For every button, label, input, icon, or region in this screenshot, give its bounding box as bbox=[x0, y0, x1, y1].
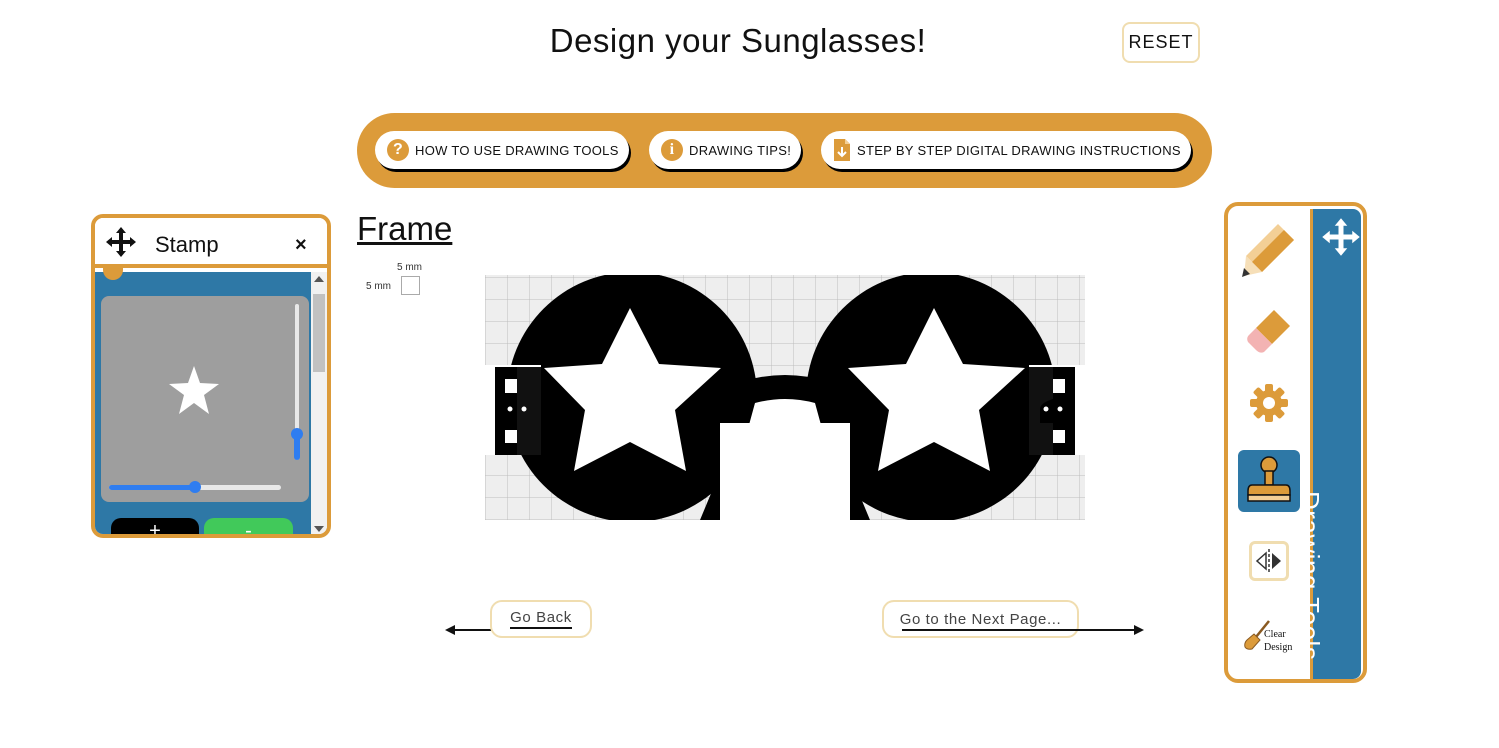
page-title: Design your Sunglasses! bbox=[549, 22, 927, 59]
increase-button[interactable]: + bbox=[111, 518, 199, 534]
move-arrows-icon[interactable] bbox=[1321, 217, 1361, 262]
stamp-panel-header[interactable]: Stamp × bbox=[95, 218, 327, 268]
gear-icon bbox=[1250, 384, 1288, 422]
scroll-down-arrow-icon[interactable] bbox=[314, 526, 324, 532]
clear-design-tool[interactable]: Clear Design bbox=[1238, 611, 1302, 673]
frame-heading: Frame bbox=[357, 210, 453, 247]
drawing-tips-label: DRAWING TIPS! bbox=[689, 142, 792, 158]
drawing-tools-panel: Drawing Tools Clear Design bbox=[1224, 202, 1367, 683]
star-icon[interactable] bbox=[167, 364, 221, 416]
stamp-panel-title: Stamp bbox=[155, 232, 219, 257]
eraser-tool[interactable] bbox=[1238, 300, 1300, 362]
settings-tool[interactable] bbox=[1238, 372, 1300, 434]
scrollbar-thumb[interactable] bbox=[313, 294, 325, 372]
info-circle-icon: i bbox=[661, 139, 683, 161]
decrease-button[interactable]: - bbox=[204, 518, 293, 534]
scroll-up-arrow-icon[interactable] bbox=[314, 276, 324, 282]
pencil-icon bbox=[1242, 224, 1294, 277]
how-to-use-label: HOW TO USE DRAWING TOOLS bbox=[415, 142, 619, 158]
stamp-icon bbox=[1247, 456, 1291, 502]
mirror-tool[interactable] bbox=[1238, 530, 1300, 592]
mirror-icon bbox=[1255, 549, 1281, 573]
help-bar: ? HOW TO USE DRAWING TOOLS i DRAWING TIP… bbox=[357, 113, 1212, 188]
size-slider-fill bbox=[109, 485, 195, 490]
stamp-tool[interactable] bbox=[1238, 450, 1300, 512]
clear-label-line2: Design bbox=[1264, 642, 1293, 653]
step-by-step-instructions-button[interactable]: STEP BY STEP DIGITAL DRAWING INSTRUCTION… bbox=[821, 131, 1191, 169]
next-arrow-icon bbox=[902, 625, 1144, 635]
vertical-slider-handle[interactable] bbox=[291, 428, 303, 440]
question-circle-icon: ? bbox=[387, 139, 409, 161]
go-back-label: Go Back bbox=[510, 609, 572, 629]
how-to-use-drawing-tools-button[interactable]: ? HOW TO USE DRAWING TOOLS bbox=[375, 131, 629, 169]
drawing-canvas[interactable] bbox=[485, 275, 1085, 520]
reset-button[interactable]: RESET bbox=[1122, 22, 1200, 63]
close-icon[interactable]: × bbox=[295, 234, 307, 257]
go-back-button[interactable]: Go Back bbox=[490, 600, 592, 638]
scale-width-label: 5 mm bbox=[397, 262, 422, 273]
drawing-tips-button[interactable]: i DRAWING TIPS! bbox=[649, 131, 802, 169]
stamp-panel-scrollbar[interactable] bbox=[311, 272, 327, 534]
move-arrows-icon[interactable] bbox=[105, 226, 137, 263]
scale-square bbox=[401, 276, 420, 295]
stamp-options-area: + - bbox=[95, 264, 311, 534]
clear-label-line1: Clear bbox=[1264, 629, 1286, 640]
scale-height-label: 5 mm bbox=[366, 281, 391, 292]
eraser-icon bbox=[1247, 310, 1290, 353]
size-slider-handle[interactable] bbox=[189, 481, 201, 493]
stamp-panel: Stamp × + - bbox=[91, 214, 331, 538]
stamp-preview bbox=[101, 296, 309, 502]
collapse-tab[interactable] bbox=[103, 264, 123, 280]
step-by-step-label: STEP BY STEP DIGITAL DRAWING INSTRUCTION… bbox=[857, 142, 1181, 158]
pencil-tool[interactable] bbox=[1238, 218, 1300, 280]
download-document-icon bbox=[833, 138, 851, 162]
